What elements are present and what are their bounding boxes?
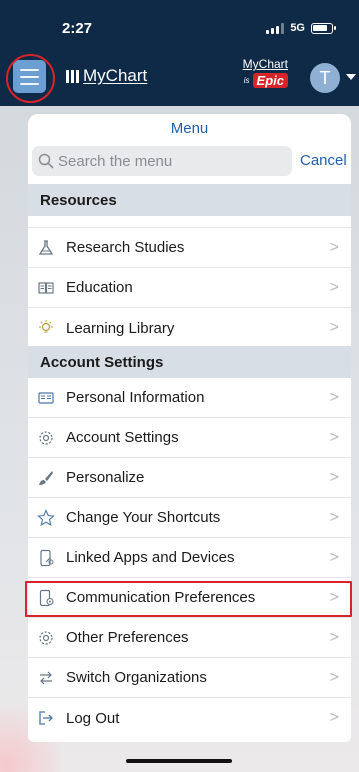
battery-icon bbox=[311, 22, 336, 34]
epic-logo-top: MyChart bbox=[242, 57, 288, 71]
menu-item-research-studies[interactable]: Research Studies > bbox=[28, 228, 351, 268]
chevron-right-icon: > bbox=[329, 668, 339, 686]
search-icon bbox=[38, 153, 54, 169]
status-indicators: 5G bbox=[266, 22, 336, 34]
chevron-right-icon: > bbox=[329, 428, 339, 446]
cancel-button[interactable]: Cancel bbox=[300, 152, 347, 169]
flask-icon bbox=[36, 238, 56, 258]
home-indicator[interactable] bbox=[126, 759, 232, 763]
app-header: MyChart MyChart is Epic T bbox=[0, 54, 359, 106]
status-time: 2:27 bbox=[62, 20, 93, 37]
avatar[interactable]: T bbox=[310, 63, 340, 93]
book-icon bbox=[36, 278, 56, 298]
mychart-logo[interactable]: MyChart bbox=[66, 66, 147, 86]
search-box[interactable] bbox=[32, 146, 292, 176]
gear-icon bbox=[36, 428, 56, 448]
menu-title: Menu bbox=[170, 120, 209, 137]
star-icon bbox=[36, 508, 56, 528]
menu-item-change-your-shortcuts[interactable]: Change Your Shortcuts > bbox=[28, 498, 351, 538]
section-header-account-settings: Account Settings bbox=[28, 346, 351, 378]
brand-name: MyChart bbox=[83, 66, 148, 85]
network-label: 5G bbox=[290, 22, 305, 34]
menu-item-other-preferences[interactable]: Other Preferences > bbox=[28, 618, 351, 658]
section-header-resources: Resources bbox=[28, 184, 351, 216]
menu-item-personalize[interactable]: Personalize > bbox=[28, 458, 351, 498]
signal-icon bbox=[266, 22, 285, 34]
gear-icon bbox=[36, 628, 56, 648]
paintbrush-icon bbox=[36, 468, 56, 488]
chevron-right-icon: > bbox=[329, 319, 339, 336]
swap-arrows-icon bbox=[36, 668, 56, 688]
chevron-right-icon: > bbox=[329, 548, 339, 566]
lightbulb-icon bbox=[36, 318, 56, 338]
menu-item-education[interactable]: Education > bbox=[28, 268, 351, 308]
chevron-right-icon: > bbox=[329, 468, 339, 486]
chevron-right-icon: > bbox=[329, 709, 339, 726]
chevron-right-icon: > bbox=[329, 238, 339, 256]
avatar-dropdown-icon[interactable] bbox=[346, 74, 356, 80]
epic-logo-is: is bbox=[243, 76, 250, 85]
epic-logo: MyChart is Epic bbox=[238, 58, 288, 98]
search-input[interactable] bbox=[58, 152, 278, 170]
logout-icon bbox=[36, 708, 56, 728]
menu-panel: Menu Cancel Resources Research Studies >… bbox=[28, 114, 351, 742]
menu-item-personal-information[interactable]: Personal Information > bbox=[28, 378, 351, 418]
status-bar: 2:27 5G bbox=[0, 0, 359, 54]
chevron-right-icon: > bbox=[329, 508, 339, 526]
chevron-right-icon: > bbox=[329, 388, 339, 406]
highlight-box-annotation bbox=[25, 581, 352, 617]
menu-item-log-out[interactable]: Log Out > bbox=[28, 698, 351, 738]
menu-item-linked-apps-and-devices[interactable]: Linked Apps and Devices > bbox=[28, 538, 351, 578]
menu-item-switch-organizations[interactable]: Switch Organizations > bbox=[28, 658, 351, 698]
mychart-bars-icon bbox=[66, 69, 79, 83]
highlight-circle-annotation bbox=[6, 54, 55, 103]
menu-item-learning-library[interactable]: Learning Library > bbox=[28, 308, 351, 348]
menu-item-account-settings[interactable]: Account Settings > bbox=[28, 418, 351, 458]
chevron-right-icon: > bbox=[329, 278, 339, 296]
phone-link-icon bbox=[36, 548, 56, 568]
epic-badge: Epic bbox=[252, 73, 288, 88]
id-card-icon bbox=[36, 388, 56, 408]
chevron-right-icon: > bbox=[329, 628, 339, 646]
section-spacer bbox=[28, 216, 351, 228]
